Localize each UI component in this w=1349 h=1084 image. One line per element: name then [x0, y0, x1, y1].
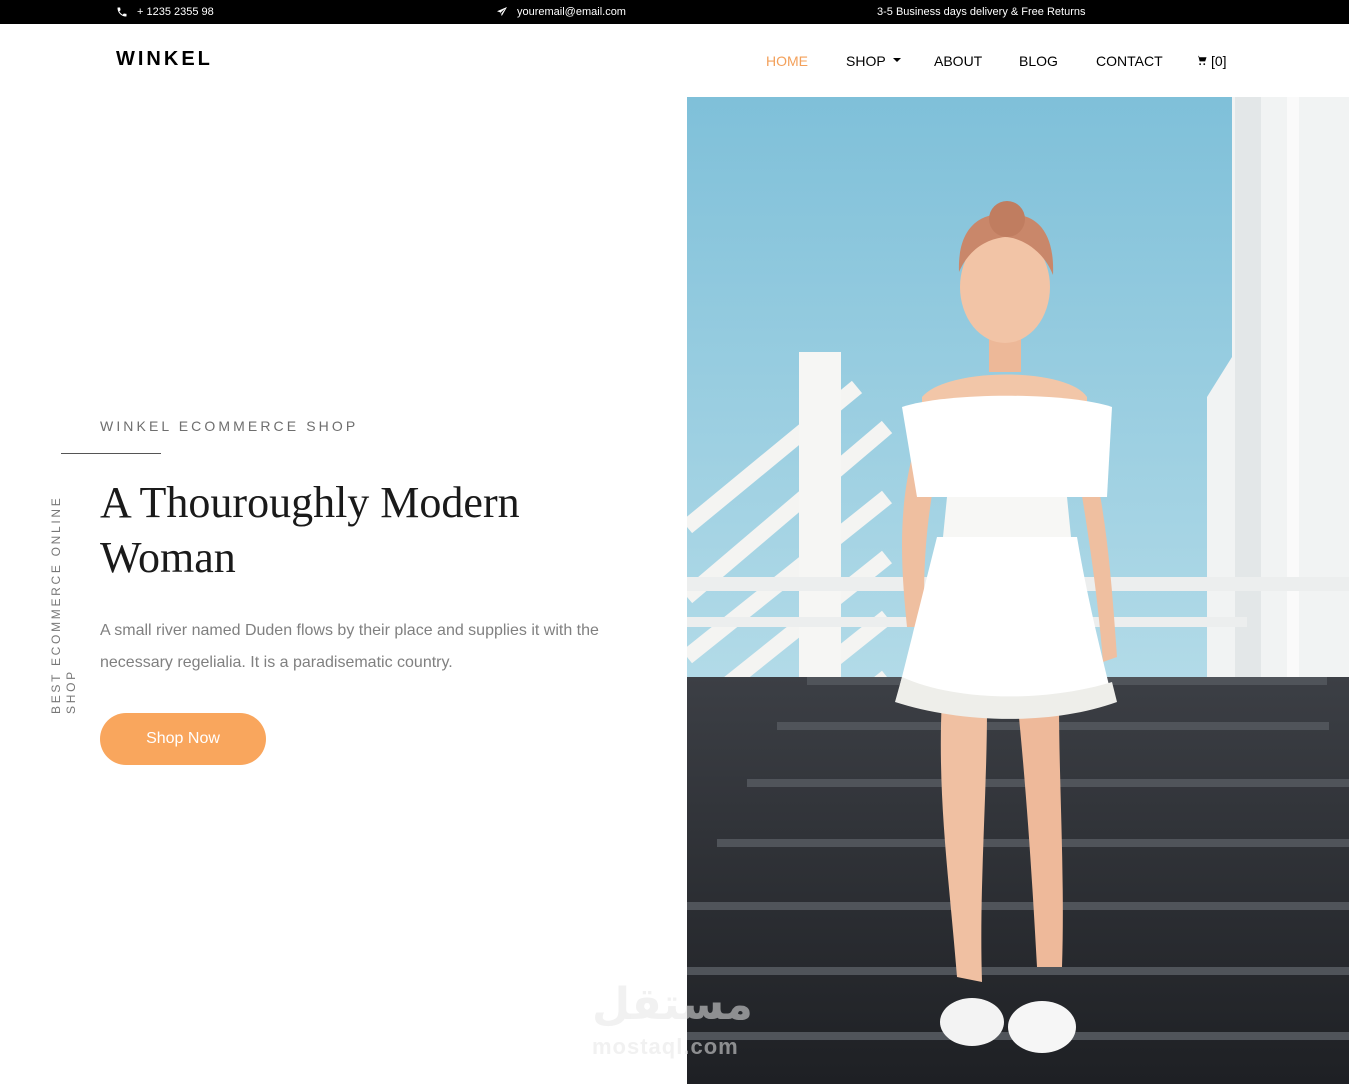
- hero-description: A small river named Duden flows by their…: [100, 622, 599, 671]
- nav-contact[interactable]: CONTACT: [1096, 52, 1163, 70]
- mostaql-watermark: مستقل mostaql.com: [592, 980, 762, 1060]
- nav-cart[interactable]: [0]: [1196, 52, 1227, 70]
- site-header: WINKEL HOME SHOP ABOUT BLOG CONTACT [0]: [0, 24, 1349, 97]
- nav-home[interactable]: HOME: [766, 52, 808, 70]
- nav-shop-label: SHOP: [846, 53, 886, 69]
- caret-down-icon: [893, 58, 901, 62]
- hero-text-section: WINKEL ECOMMERCE SHOP BEST ECOMMERCE ONL…: [0, 97, 687, 1084]
- topbar-delivery: 3-5 Business days delivery & Free Return…: [877, 0, 1085, 24]
- phone-number: + 1235 2355 98: [137, 6, 214, 18]
- email-address: youremail@email.com: [517, 6, 626, 18]
- nav-about[interactable]: ABOUT: [934, 52, 982, 70]
- topbar-phone[interactable]: + 1235 2355 98: [116, 0, 214, 24]
- shop-now-button[interactable]: Shop Now: [100, 713, 266, 765]
- kicker-divider: [61, 453, 161, 454]
- top-bar: + 1235 2355 98 youremail@email.com 3-5 B…: [0, 0, 1349, 24]
- phone-icon: [116, 6, 128, 18]
- cart-icon: [1196, 52, 1207, 70]
- nav-shop[interactable]: SHOP: [846, 52, 901, 70]
- nav-blog[interactable]: BLOG: [1019, 52, 1058, 70]
- main-nav: HOME SHOP ABOUT BLOG CONTACT [0]: [0, 52, 1349, 70]
- hero-image: [687, 97, 1349, 1084]
- vertical-tagline-text: BEST ECOMMERCE ONLINE SHOP: [49, 495, 78, 714]
- vertical-tagline: BEST ECOMMERCE ONLINE SHOP: [44, 476, 84, 716]
- watermark-arabic: مستقل: [592, 979, 753, 1030]
- cart-count: [0]: [1211, 53, 1227, 69]
- paper-plane-icon: [496, 6, 508, 18]
- hero-headline: A Thouroughly Modern Woman: [100, 478, 520, 582]
- topbar-email[interactable]: youremail@email.com: [496, 0, 626, 24]
- delivery-text: 3-5 Business days delivery & Free Return…: [877, 6, 1086, 18]
- watermark-latin: mostaql.com: [592, 1034, 739, 1059]
- hero-kicker: WINKEL ECOMMERCE SHOP: [100, 418, 359, 434]
